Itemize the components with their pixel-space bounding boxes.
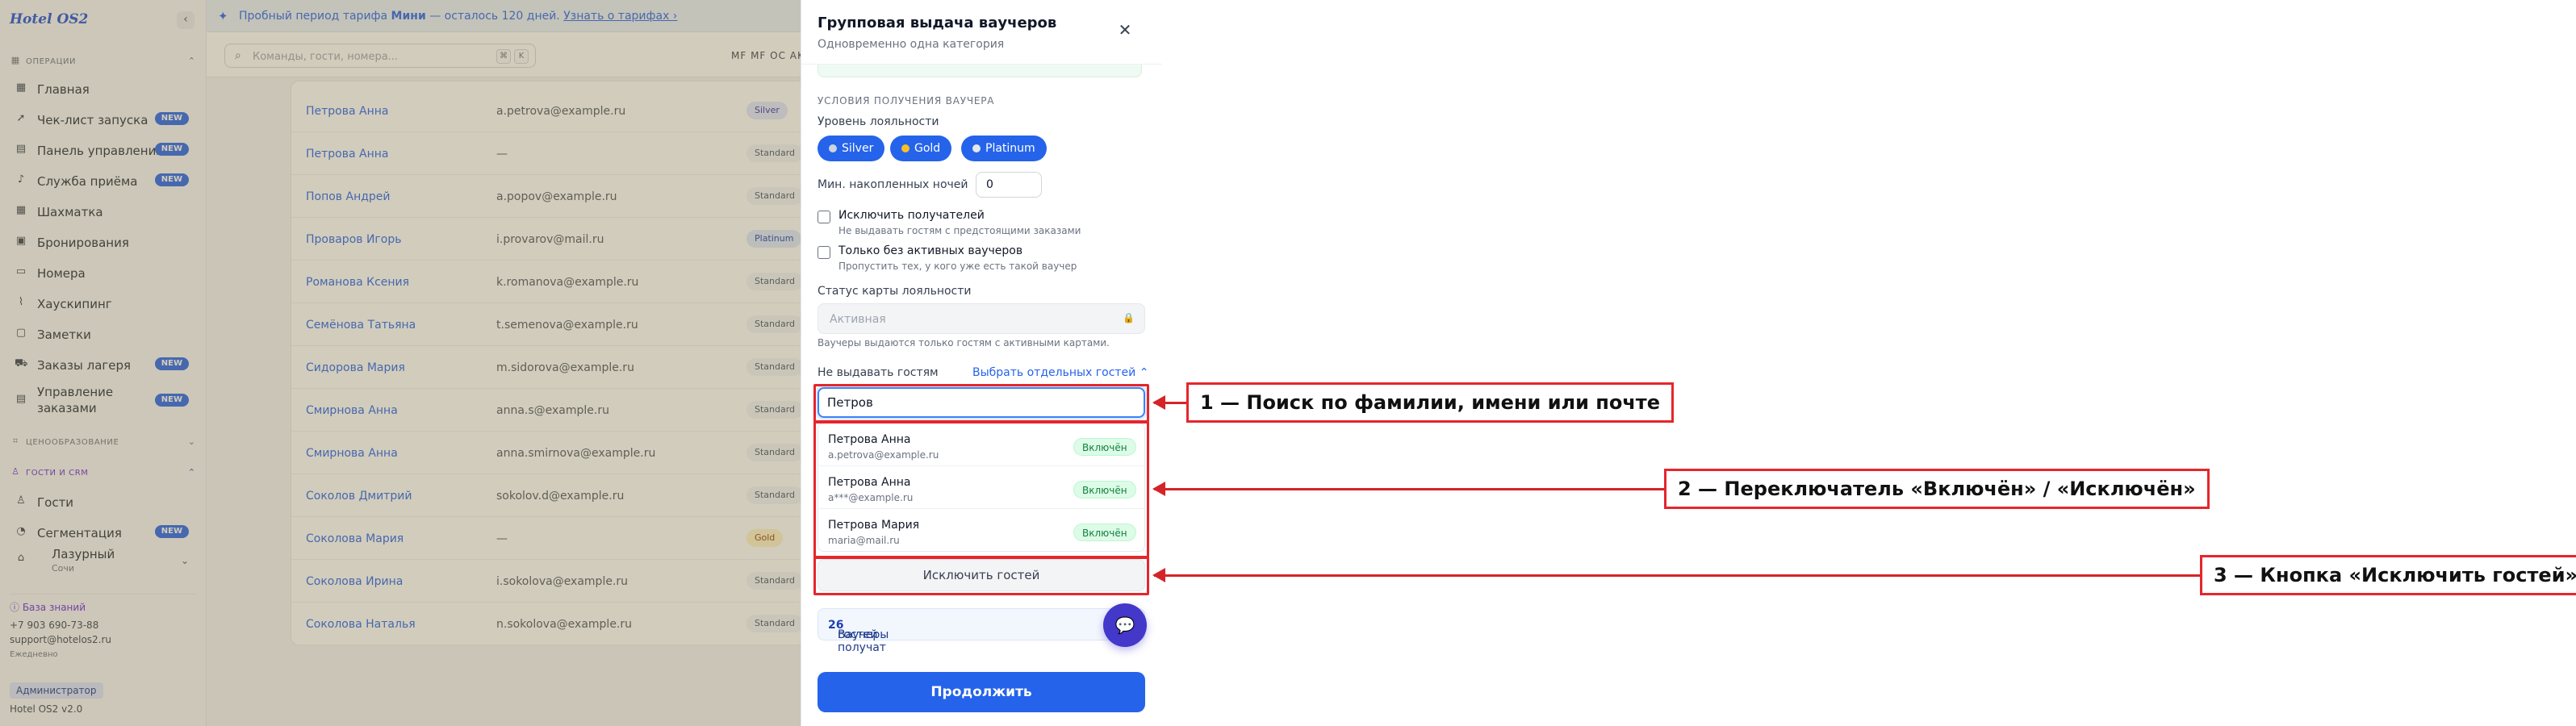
medal-icon — [901, 144, 910, 152]
no-active-vouchers-hint: Пропустить тех, у кого уже есть такой ва… — [838, 261, 1077, 272]
voucher-drawer: Групповая выдача ваучеров Одновременно о… — [801, 0, 1162, 726]
card-status-label: Статус карты лояльности — [818, 285, 972, 298]
no-active-vouchers-checkbox[interactable] — [818, 246, 830, 259]
annotation-callout-3: 3 — Кнопка «Исключить гостей» — [2200, 555, 2576, 595]
exclude-recipients-label[interactable]: Исключить получателей — [838, 209, 985, 222]
medal-icon — [972, 144, 981, 152]
annotation-callout-2: 2 — Переключатель «Включён» / «Исключён» — [1664, 469, 2210, 509]
recipients-summary: Ваучеры получат 26 гостей — [818, 608, 1145, 654]
drawer-header: Групповая выдача ваучеров Одновременно о… — [801, 0, 1162, 65]
loyalty-label: Уровень лояльности — [818, 115, 939, 128]
annotation-highlight-1 — [813, 384, 1149, 423]
conditions-heading: УСЛОВИЯ ПОЛУЧЕНИЯ ВАУЧЕРА — [818, 95, 995, 106]
app-root: Hotel OS2 ‹ ▦ ОПЕРАЦИИ ⌃ ▦ Главная ➚ Чек-ли… — [0, 0, 2576, 726]
close-button[interactable]: ✕ — [1114, 19, 1135, 40]
card-status-value: Активная — [830, 313, 886, 326]
chat-icon: 💬 — [1114, 615, 1135, 635]
modal-overlay[interactable] — [0, 0, 801, 726]
summary-suffix: гостей — [838, 628, 878, 641]
annotation-arrow-1 — [1152, 395, 1188, 410]
continue-button[interactable]: Продолжить — [818, 672, 1145, 712]
loyalty-level-label: Silver — [842, 142, 874, 155]
exclude-recipients-checkbox[interactable] — [818, 211, 830, 223]
annotation-highlight-2 — [813, 421, 1149, 558]
annotation-highlight-3 — [813, 557, 1149, 595]
summary-text: Ваучеры получат 26 гостей — [828, 619, 889, 654]
min-nights-input[interactable]: 0 — [976, 172, 1042, 198]
loyalty-level-pill[interactable]: Gold — [890, 136, 952, 161]
drawer-subtitle: Одновременно одна категория — [818, 38, 1005, 51]
exclude-recipients-hint: Не выдавать гостям с предстоящими заказа… — [838, 225, 1081, 236]
lock-icon: 🔒 — [1123, 312, 1135, 323]
medal-icon — [829, 144, 837, 152]
scrolled-hint — [818, 65, 1142, 77]
annotation-arrow-2 — [1152, 482, 1664, 496]
annotation-arrow-3 — [1152, 568, 2200, 582]
loyalty-level-label: Platinum — [985, 142, 1035, 155]
drawer-title: Групповая выдача ваучеров — [818, 15, 1057, 31]
card-status-note: Ваучеры выдаются только гостям с активны… — [818, 337, 1110, 348]
loyalty-level-pill[interactable]: Platinum — [961, 136, 1047, 161]
exclude-guests-label: Не выдавать гостям — [818, 366, 939, 379]
annotation-callout-1: 1 — Поиск по фамилии, имени или почте — [1186, 382, 1674, 423]
min-nights-label: Мин. накопленных ночей — [818, 178, 968, 191]
loyalty-level-pill[interactable]: Silver — [818, 136, 885, 161]
pick-guests-link[interactable]: Выбрать отдельных гостей ⌃ — [972, 366, 1148, 379]
chat-button[interactable]: 💬 — [1103, 603, 1147, 647]
no-active-vouchers-label[interactable]: Только без активных ваучеров — [838, 244, 1022, 257]
loyalty-level-label: Gold — [914, 142, 941, 155]
card-status-field: Активная 🔒 — [818, 303, 1145, 334]
close-icon: ✕ — [1118, 20, 1132, 40]
